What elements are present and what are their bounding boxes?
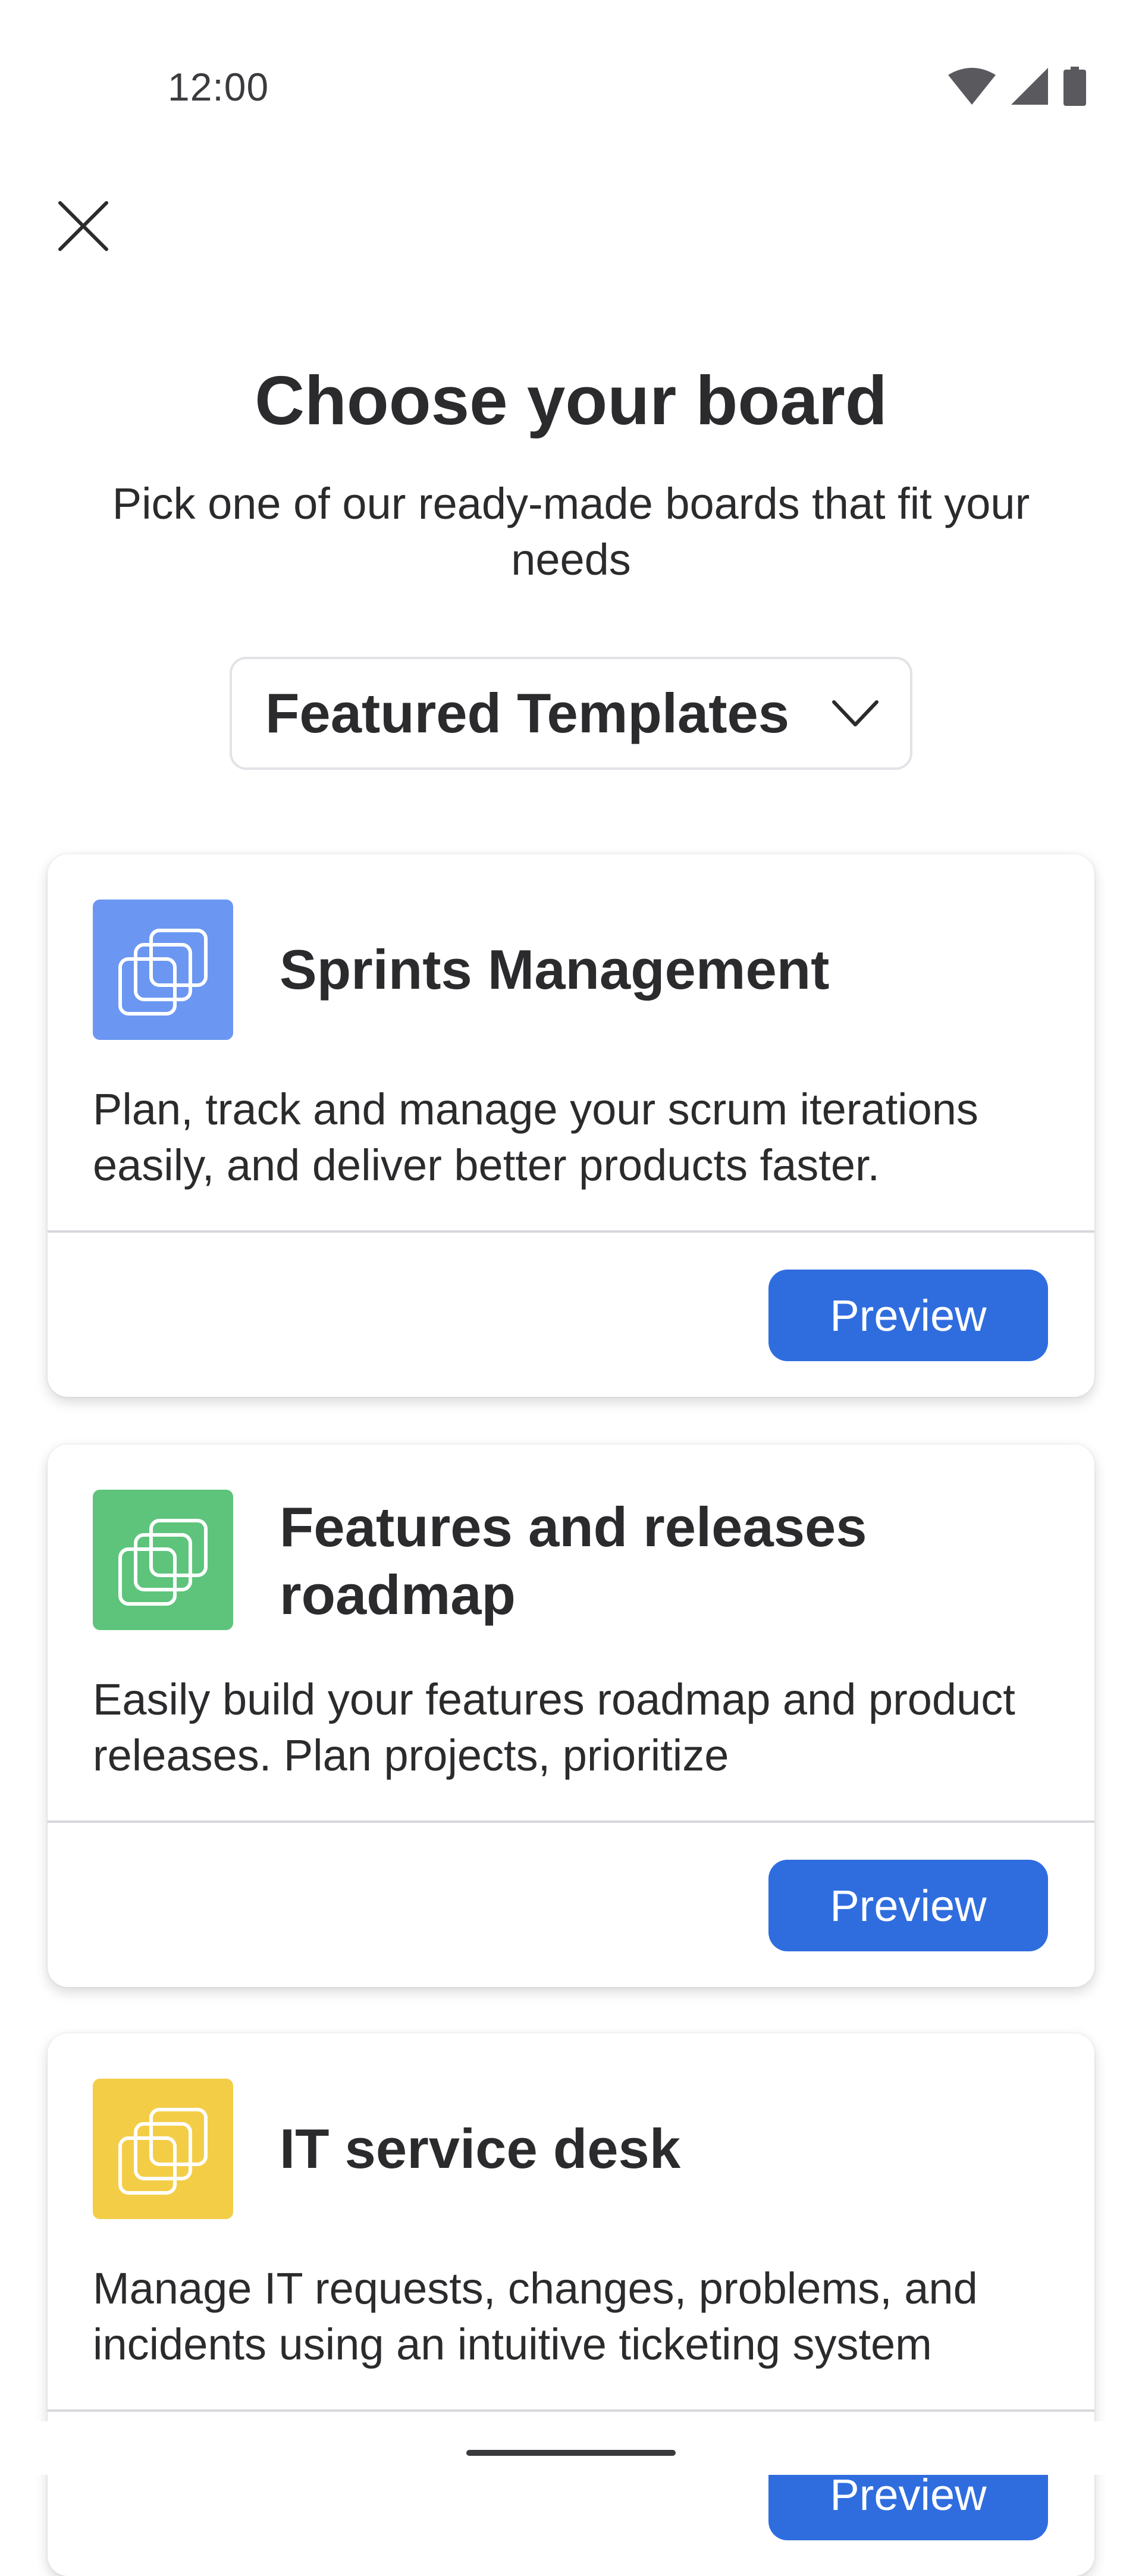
status-icons	[948, 67, 1086, 109]
preview-button[interactable]: Preview	[768, 1270, 1048, 1361]
battery-icon	[1063, 67, 1086, 109]
close-icon	[57, 199, 110, 256]
board-template-icon	[93, 1490, 233, 1630]
page-title: Choose your board	[255, 362, 887, 439]
template-card-it-service-desk: IT service desk Manage IT requests, chan…	[48, 2033, 1094, 2576]
card-divider	[48, 1230, 1094, 1233]
cellular-signal-icon	[1011, 68, 1048, 108]
card-divider	[48, 2409, 1094, 2412]
navigation-bar-background	[0, 2421, 1142, 2475]
board-template-icon	[93, 2079, 233, 2219]
home-gesture-bar[interactable]	[466, 2450, 676, 2456]
wifi-icon	[948, 68, 996, 108]
template-category-dropdown[interactable]: Featured Templates	[230, 657, 912, 770]
close-button[interactable]	[52, 196, 114, 258]
template-category-label: Featured Templates	[265, 682, 790, 744]
template-title: Sprints Management	[280, 938, 830, 1001]
chevron-down-icon	[830, 696, 880, 735]
page-subtitle: Pick one of our ready-made boards that f…	[112, 479, 1030, 584]
template-description: Manage IT requests, changes, problems, a…	[93, 2264, 978, 2369]
card-divider	[48, 1820, 1094, 1823]
status-bar: 12:00	[0, 0, 1142, 178]
preview-button[interactable]: Preview	[768, 1860, 1048, 1951]
template-title: IT service desk	[280, 2117, 681, 2180]
template-card-features-roadmap: Features and releases roadmap Easily bui…	[48, 1444, 1094, 1987]
board-template-icon	[93, 900, 233, 1040]
status-time: 12:00	[168, 65, 269, 109]
template-description: Plan, track and manage your scrum iterat…	[93, 1085, 978, 1190]
template-description: Easily build your features roadmap and p…	[93, 1675, 1015, 1780]
template-title: Features and releases roadmap	[280, 1496, 867, 1626]
template-card-sprints-management: Sprints Management Plan, track and manag…	[48, 854, 1094, 1397]
